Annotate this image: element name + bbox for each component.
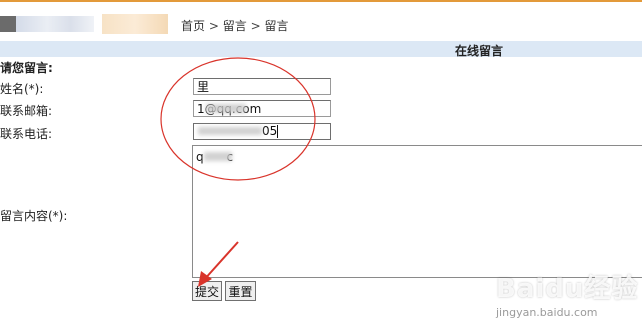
submit-button[interactable]: 提交 (192, 281, 222, 301)
email-label: 联系邮箱: (0, 104, 53, 118)
breadcrumb: 首页 > 留言 > 留言 (181, 17, 288, 34)
text-caret (277, 125, 278, 138)
message-textarea[interactable]: q c (192, 145, 642, 278)
name-field[interactable] (193, 78, 331, 95)
form-heading: 请您留言: (0, 61, 53, 75)
breadcrumb-level1[interactable]: 留言 (223, 19, 247, 33)
content-label: 留言内容(*): (0, 209, 68, 223)
breadcrumb-separator: > (250, 19, 261, 33)
phone-value: 05 (262, 124, 278, 138)
watermark-url: jingyan.baidu.com (496, 306, 598, 319)
site-logo[interactable] (0, 10, 175, 38)
breadcrumb-home[interactable]: 首页 (181, 19, 205, 33)
reset-button[interactable]: 重置 (225, 281, 256, 301)
logo-mark (0, 16, 16, 32)
email-redaction (206, 104, 246, 113)
phone-redaction (198, 127, 262, 135)
top-accent-border (0, 0, 642, 2)
section-title: 在线留言 (455, 44, 504, 58)
baidu-jingyan-watermark: Baidu经验 jingyan.baidu.com (470, 262, 642, 331)
content-redaction (204, 152, 232, 161)
breadcrumb-current: 留言 (264, 19, 289, 33)
watermark-brand: Baidu经验 (496, 274, 639, 304)
logo-badge-blurred (102, 14, 168, 34)
phone-label: 联系电话: (0, 127, 53, 141)
section-header-bar: 在线留言 (0, 41, 642, 58)
name-label: 姓名(*): (0, 82, 44, 96)
logo-text-blurred (16, 16, 94, 32)
breadcrumb-separator: > (208, 19, 219, 33)
